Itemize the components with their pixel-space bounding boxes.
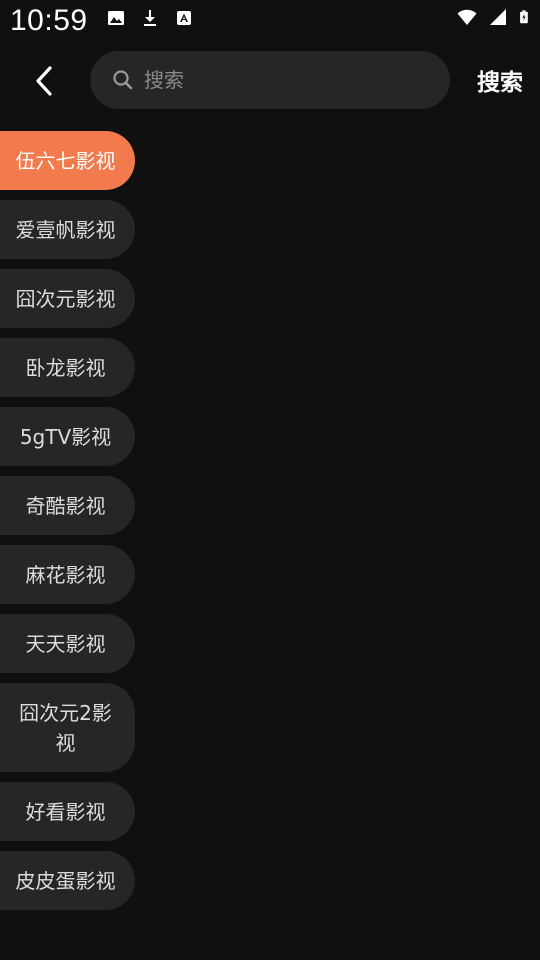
wifi-icon [457, 9, 477, 25]
source-item-label: 爱壹帆影视 [15, 217, 116, 242]
source-item[interactable]: 卧龙影视 [0, 338, 135, 397]
source-list: 伍六七影视 爱壹帆影视 囧次元影视 卧龙影视 5gTV影视 奇酷影视 麻花影视 … [0, 131, 140, 920]
source-item-label: 好看影视 [25, 799, 106, 824]
source-item[interactable]: 天天影视 [0, 614, 135, 673]
chevron-left-icon [36, 66, 52, 96]
source-item[interactable]: 伍六七影视 [0, 131, 135, 190]
source-item-label: 奇酷影视 [25, 493, 106, 518]
source-item[interactable]: 囧次元影视 [0, 269, 135, 328]
a-icon [177, 11, 191, 25]
source-item-label: 伍六七影视 [15, 148, 116, 173]
source-item-label: 囧次元2影视 [19, 700, 112, 755]
source-item-label: 天天影视 [25, 631, 106, 656]
search-input[interactable] [144, 63, 434, 97]
signal-icon [490, 9, 506, 25]
status-time: 10:59 [10, 4, 88, 37]
image-icon [108, 11, 124, 25]
search-bar: 搜索 [0, 50, 540, 112]
search-box[interactable] [90, 51, 450, 109]
source-item-label: 囧次元影视 [15, 286, 116, 311]
source-item[interactable]: 5gTV影视 [0, 407, 135, 466]
source-item[interactable]: 麻花影视 [0, 545, 135, 604]
source-item[interactable]: 奇酷影视 [0, 476, 135, 535]
source-item-label: 皮皮蛋影视 [15, 868, 116, 893]
source-item[interactable]: 皮皮蛋影视 [0, 851, 135, 910]
source-item-label: 麻花影视 [25, 562, 106, 587]
search-button[interactable]: 搜索 [468, 60, 532, 100]
source-item[interactable]: 囧次元2影视 [0, 683, 135, 772]
source-item[interactable]: 好看影视 [0, 782, 135, 841]
back-button[interactable] [22, 60, 68, 102]
battery-icon [520, 10, 528, 24]
search-icon [113, 70, 133, 90]
source-item-label: 5gTV影视 [19, 424, 112, 449]
status-bar: 10:59 [0, 0, 540, 42]
source-item[interactable]: 爱壹帆影视 [0, 200, 135, 259]
source-item-label: 卧龙影视 [25, 355, 106, 380]
download-icon [144, 10, 156, 26]
